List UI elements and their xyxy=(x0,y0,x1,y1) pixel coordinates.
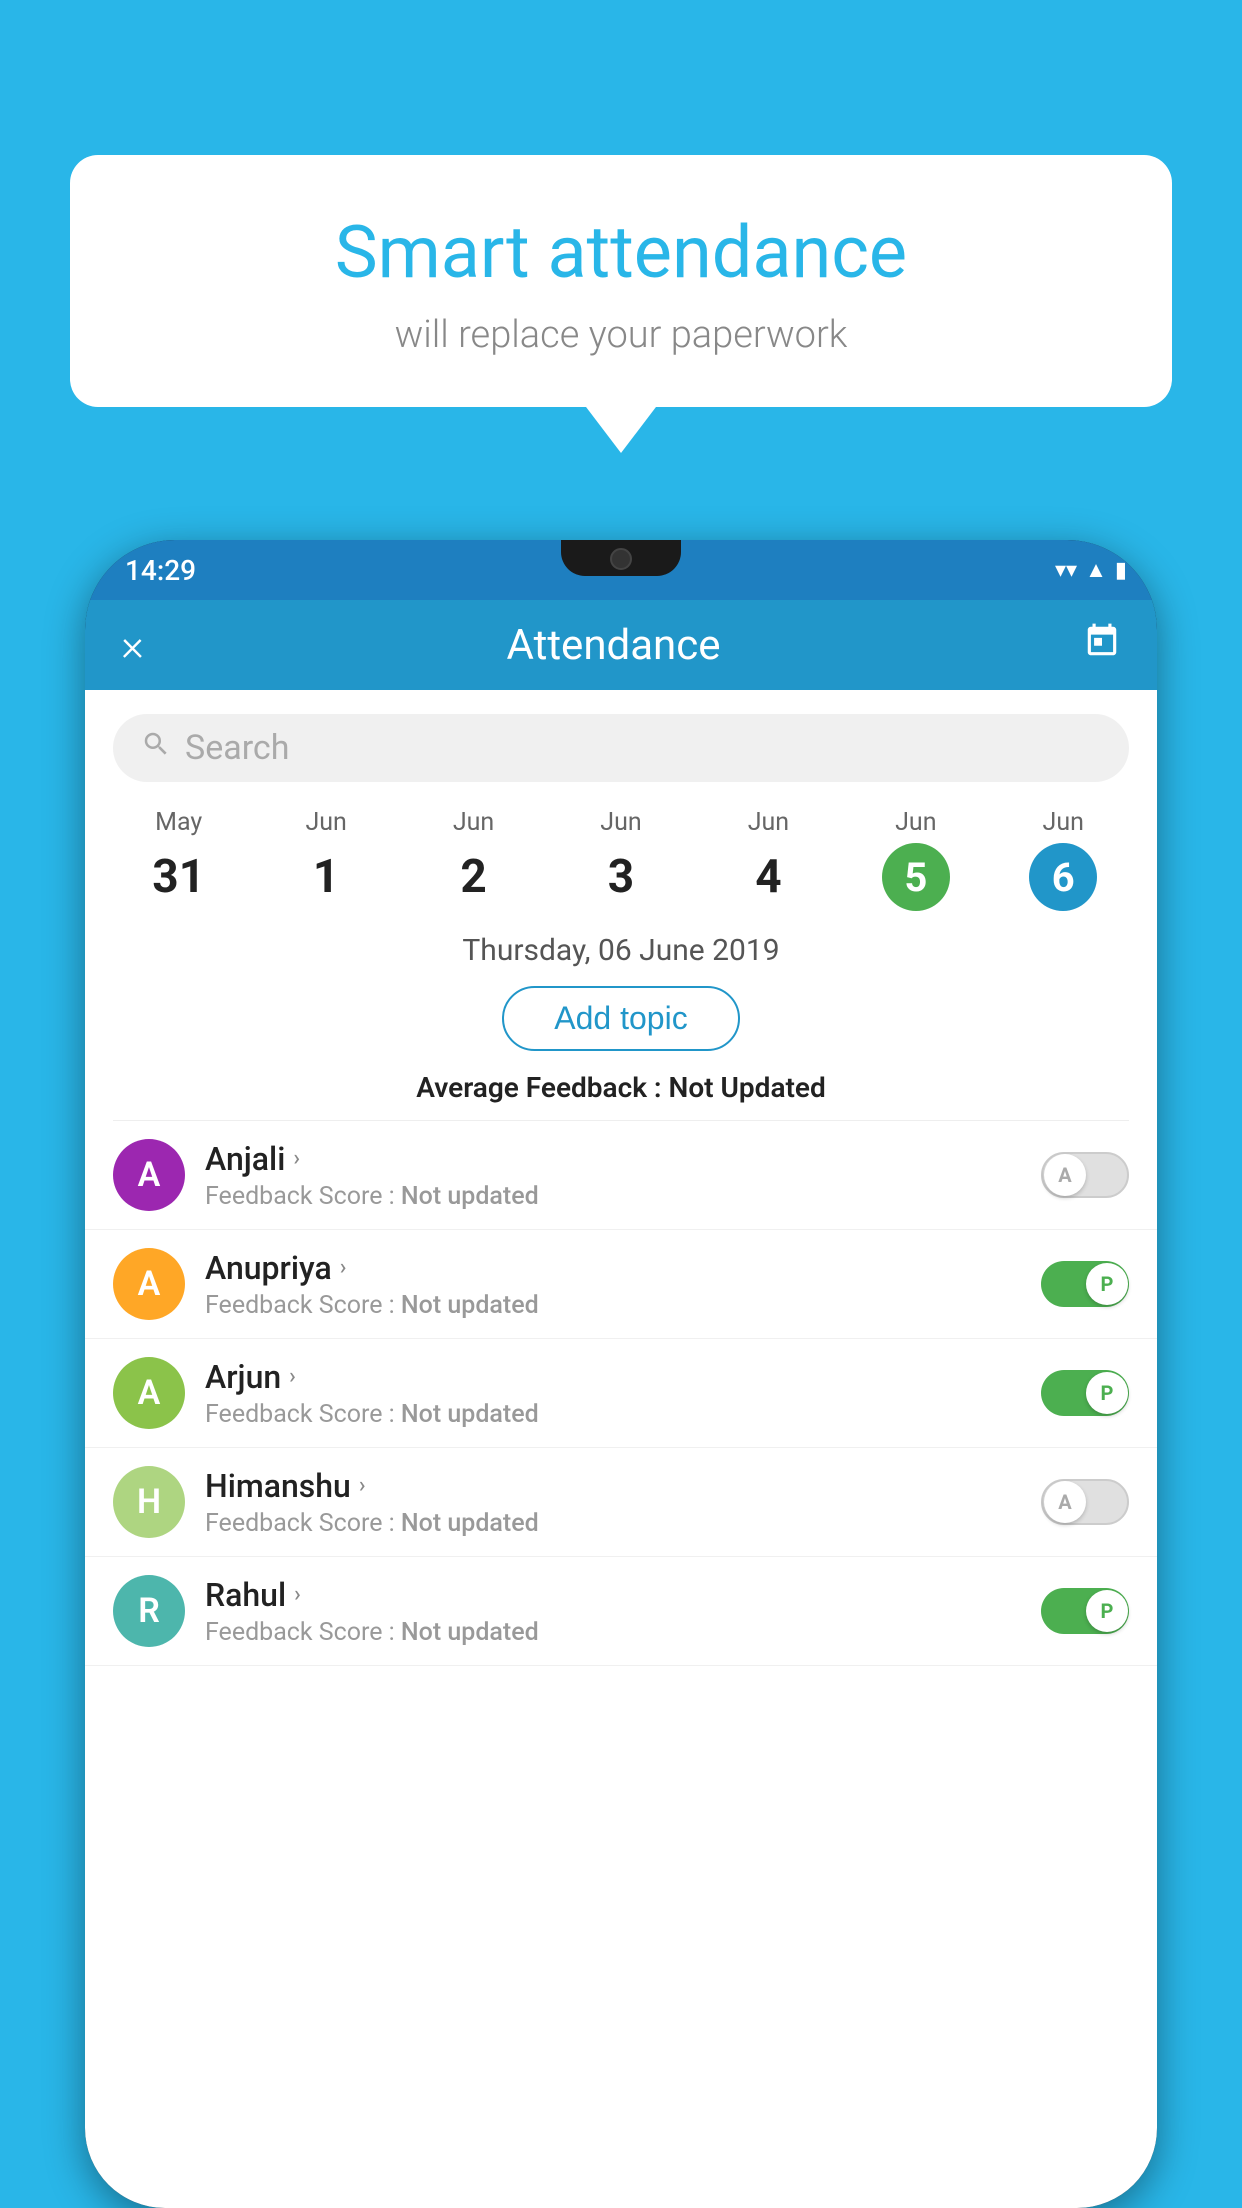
feedback-score: Feedback Score : Not updated xyxy=(205,1182,1021,1211)
selected-date: Thursday, 06 June 2019 xyxy=(85,933,1157,968)
cal-date-label[interactable]: 2 xyxy=(440,843,508,911)
avatar: A xyxy=(113,1139,185,1211)
student-name: Anjali › xyxy=(205,1140,1021,1178)
student-row[interactable]: A Anupriya › Feedback Score : Not updated P xyxy=(85,1230,1157,1339)
add-topic-button[interactable]: Add topic xyxy=(502,986,739,1051)
calendar-day[interactable]: Jun 6 xyxy=(990,808,1137,911)
speech-bubble: Smart attendance will replace your paper… xyxy=(70,155,1172,407)
student-row[interactable]: R Rahul › Feedback Score : Not updated P xyxy=(85,1557,1157,1666)
student-info: Anupriya › Feedback Score : Not updated xyxy=(205,1249,1021,1320)
search-bar[interactable]: Search xyxy=(113,714,1129,782)
cal-date-label[interactable]: 1 xyxy=(292,843,360,911)
phone-camera xyxy=(610,548,632,570)
feedback-score: Feedback Score : Not updated xyxy=(205,1291,1021,1320)
bubble-subtitle: will replace your paperwork xyxy=(130,313,1112,357)
avg-feedback-value: Not Updated xyxy=(669,1071,826,1104)
student-row[interactable]: A Anjali › Feedback Score : Not updated A xyxy=(85,1121,1157,1230)
cal-month-label: Jun xyxy=(842,808,989,837)
calendar-day[interactable]: Jun 1 xyxy=(252,808,399,911)
student-name: Arjun › xyxy=(205,1358,1021,1396)
toggle-knob: A xyxy=(1044,1154,1086,1196)
attendance-toggle[interactable]: A xyxy=(1041,1479,1129,1525)
avg-feedback-label: Average Feedback : xyxy=(416,1071,661,1104)
chevron-icon: › xyxy=(359,1473,366,1498)
calendar-day[interactable]: Jun 4 xyxy=(695,808,842,911)
cal-date-label[interactable]: 5 xyxy=(882,843,950,911)
feedback-score: Feedback Score : Not updated xyxy=(205,1618,1021,1647)
calendar-day[interactable]: May 31 xyxy=(105,808,252,911)
chevron-icon: › xyxy=(340,1255,347,1280)
phone-frame: 14:29 ▾▾ ▲ ▮ × Attendance Search xyxy=(85,540,1157,2208)
status-icons: ▾▾ ▲ ▮ xyxy=(1055,557,1127,583)
chevron-icon: › xyxy=(294,1582,301,1607)
search-icon xyxy=(141,729,171,767)
student-name: Anupriya › xyxy=(205,1249,1021,1287)
chevron-icon: › xyxy=(293,1146,300,1171)
cal-month-label: Jun xyxy=(400,808,547,837)
cal-date-label[interactable]: 4 xyxy=(734,843,802,911)
phone-notch xyxy=(561,540,681,576)
avatar: A xyxy=(113,1357,185,1429)
cal-month-label: Jun xyxy=(547,808,694,837)
student-info: Rahul › Feedback Score : Not updated xyxy=(205,1576,1021,1647)
signal-icon: ▲ xyxy=(1085,557,1107,583)
cal-date-label[interactable]: 6 xyxy=(1029,843,1097,911)
students-list: AAnjali ›Feedback Score : Not updatedAAA… xyxy=(85,1121,1157,1666)
bubble-title: Smart attendance xyxy=(130,210,1112,295)
avatar: H xyxy=(113,1466,185,1538)
feedback-score: Feedback Score : Not updated xyxy=(205,1400,1021,1429)
student-info: Arjun › Feedback Score : Not updated xyxy=(205,1358,1021,1429)
calendar-day[interactable]: Jun 3 xyxy=(547,808,694,911)
toggle-knob: P xyxy=(1086,1263,1128,1305)
student-info: Himanshu › Feedback Score : Not updated xyxy=(205,1467,1021,1538)
student-info: Anjali › Feedback Score : Not updated xyxy=(205,1140,1021,1211)
cal-date-label[interactable]: 3 xyxy=(587,843,655,911)
cal-month-label: May xyxy=(105,808,252,837)
toggle-knob: P xyxy=(1086,1372,1128,1414)
cal-month-label: Jun xyxy=(695,808,842,837)
calendar-strip: May 31 Jun 1 Jun 2 Jun 3 Jun 4 Jun 5 Jun 6 xyxy=(85,798,1157,927)
attendance-toggle[interactable]: P xyxy=(1041,1261,1129,1307)
student-name: Rahul › xyxy=(205,1576,1021,1614)
wifi-icon: ▾▾ xyxy=(1055,558,1077,583)
cal-month-label: Jun xyxy=(252,808,399,837)
chevron-icon: › xyxy=(289,1364,296,1389)
avatar: R xyxy=(113,1575,185,1647)
search-placeholder: Search xyxy=(185,728,289,768)
cal-date-label[interactable]: 31 xyxy=(145,843,213,911)
battery-icon: ▮ xyxy=(1115,558,1127,583)
student-row[interactable]: A Arjun › Feedback Score : Not updated P xyxy=(85,1339,1157,1448)
student-name: Himanshu › xyxy=(205,1467,1021,1505)
attendance-toggle[interactable]: P xyxy=(1041,1588,1129,1634)
toggle-knob: A xyxy=(1044,1481,1086,1523)
status-time: 14:29 xyxy=(125,554,196,587)
calendar-day[interactable]: Jun 2 xyxy=(400,808,547,911)
cal-month-label: Jun xyxy=(990,808,1137,837)
student-row[interactable]: H Himanshu › Feedback Score : Not updated A xyxy=(85,1448,1157,1557)
close-button[interactable]: × xyxy=(121,623,144,667)
toggle-knob: P xyxy=(1086,1590,1128,1632)
calendar-day[interactable]: Jun 5 xyxy=(842,808,989,911)
header-title: Attendance xyxy=(507,621,721,670)
avatar: A xyxy=(113,1248,185,1320)
attendance-toggle[interactable]: P xyxy=(1041,1370,1129,1416)
calendar-icon[interactable] xyxy=(1083,622,1121,669)
average-feedback: Average Feedback : Not Updated xyxy=(85,1071,1157,1104)
feedback-score: Feedback Score : Not updated xyxy=(205,1509,1021,1538)
attendance-toggle[interactable]: A xyxy=(1041,1152,1129,1198)
phone-content: Search May 31 Jun 1 Jun 2 Jun 3 Jun 4 Jun 5 Jun 6 Thu… xyxy=(85,690,1157,2208)
app-header: × Attendance xyxy=(85,600,1157,690)
